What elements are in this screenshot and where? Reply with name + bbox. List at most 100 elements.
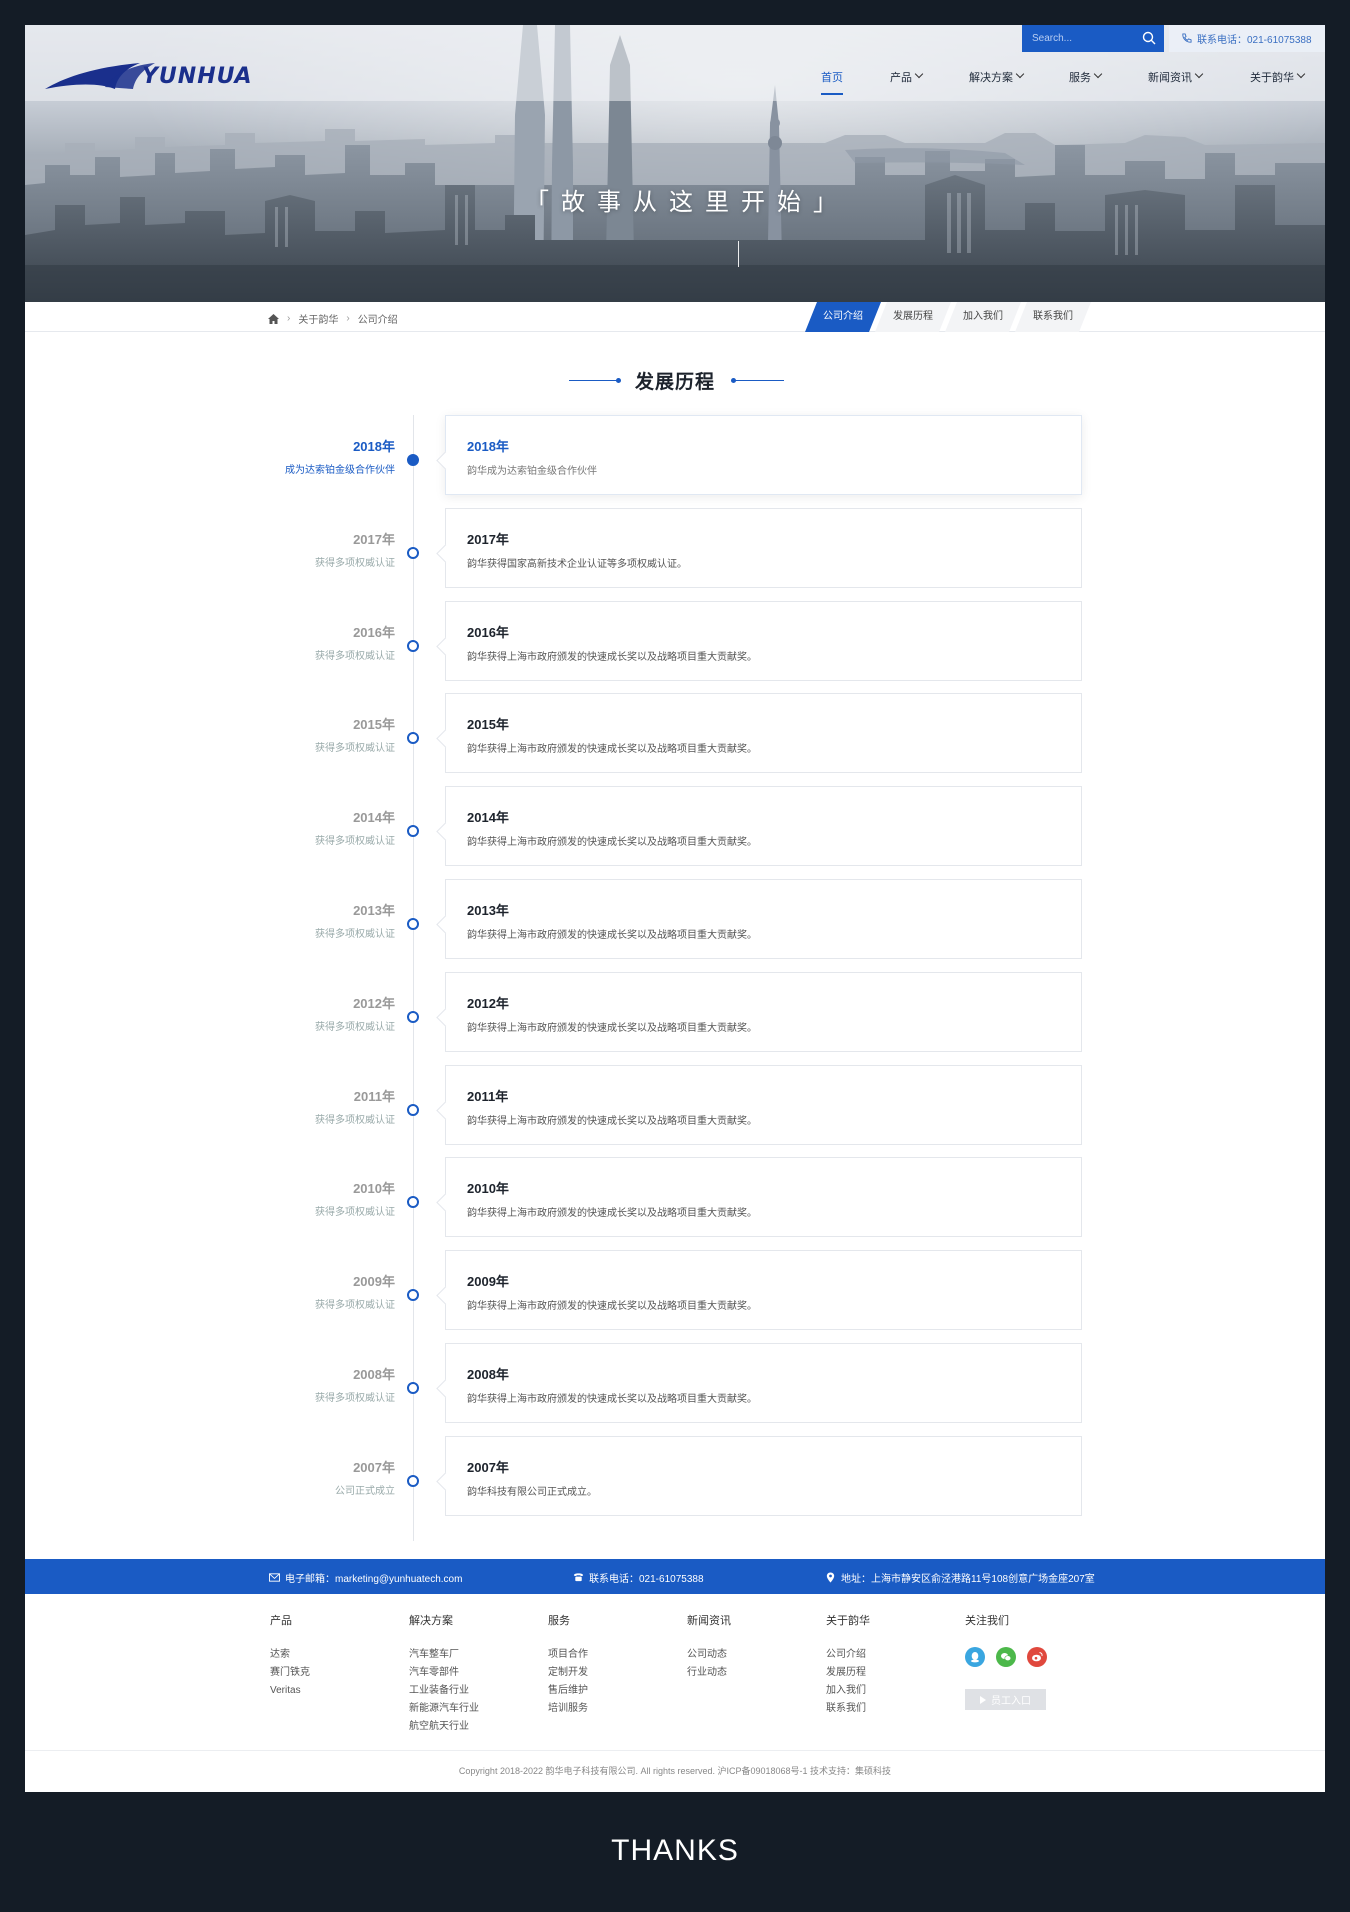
header-phone-text: 联系电话：021-61075388 bbox=[1197, 35, 1312, 46]
scroll-indicator bbox=[738, 241, 739, 267]
timeline-entry[interactable]: 2008年 获得多项权威认证 2008年 韵华获得上海市政府颁发的快速成长奖以及战略项… bbox=[25, 1343, 1325, 1423]
timeline-dot[interactable] bbox=[407, 918, 419, 930]
timeline-year-label: 2017年 bbox=[353, 532, 395, 547]
footer-link[interactable]: 新能源汽车行业 bbox=[409, 1700, 479, 1718]
header-phone: 联系电话：021-61075388 bbox=[1169, 25, 1325, 52]
timeline-summary: 获得多项权威认证 bbox=[315, 1300, 395, 1311]
breadcrumb-separator: › bbox=[346, 313, 350, 324]
timeline-card-text: 韵华获得上海市政府颁发的快速成长奖以及战略项目重大贡献奖。 bbox=[467, 1116, 757, 1127]
footer-link[interactable]: 发展历程 bbox=[826, 1664, 870, 1682]
timeline-summary: 成为达索铂金级合作伙伴 bbox=[285, 465, 395, 476]
telephone-icon bbox=[573, 1573, 584, 1582]
timeline-entry[interactable]: 2018年 成为达索铂金级合作伙伴 2018年 韵华成为达索铂金级合作伙伴 bbox=[25, 415, 1325, 495]
nav-item-solutions[interactable]: 解决方案 bbox=[969, 69, 1025, 101]
footer-link[interactable]: 行业动态 bbox=[687, 1664, 731, 1682]
footer-link[interactable]: Veritas bbox=[270, 1682, 310, 1700]
timeline-entry[interactable]: 2013年 获得多项权威认证 2013年 韵华获得上海市政府颁发的快速成长奖以及战略项… bbox=[25, 879, 1325, 959]
timeline-card[interactable]: 2016年 韵华获得上海市政府颁发的快速成长奖以及战略项目重大贡献奖。 bbox=[445, 601, 1082, 681]
timeline-year-label: 2016年 bbox=[353, 625, 395, 640]
timeline-card[interactable]: 2017年 韵华获得国家高新技术企业认证等多项权威认证。 bbox=[445, 508, 1082, 588]
nav-item-services[interactable]: 服务 bbox=[1069, 69, 1103, 101]
footer-link[interactable]: 工业装备行业 bbox=[409, 1682, 479, 1700]
timeline-card[interactable]: 2018年 韵华成为达索铂金级合作伙伴 bbox=[445, 415, 1082, 495]
footer-link[interactable]: 公司介绍 bbox=[826, 1646, 870, 1664]
footer-link[interactable]: 达索 bbox=[270, 1646, 310, 1664]
timeline-dot[interactable] bbox=[407, 1011, 419, 1023]
qq-icon[interactable] bbox=[965, 1647, 985, 1667]
nav-item-about[interactable]: 关于韵华 bbox=[1250, 69, 1306, 101]
timeline-entry[interactable]: 2017年获得多项权威认证 2017年 韵华获得国家高新技术企业认证等多项权威认证。 bbox=[25, 508, 1325, 588]
play-icon bbox=[980, 1695, 986, 1704]
contact-email[interactable]: 电子邮箱：marketing@yunhuatech.com bbox=[269, 1570, 462, 1585]
footer-link[interactable]: 汽车零部件 bbox=[409, 1664, 479, 1682]
timeline-entry[interactable]: 2010年 获得多项权威认证 2010年 韵华获得上海市政府颁发的快速成长奖以及战略项… bbox=[25, 1157, 1325, 1237]
timeline-entry[interactable]: 2016年获得多项权威认证 2016年 韵华获得上海市政府颁发的快速成长奖以及战略项… bbox=[25, 601, 1325, 681]
breadcrumb-item[interactable]: 关于韵华 bbox=[298, 311, 338, 326]
timeline-dot[interactable] bbox=[407, 1289, 419, 1301]
timeline-summary: 获得多项权威认证 bbox=[315, 836, 395, 847]
timeline-dot[interactable] bbox=[407, 547, 419, 559]
timeline-summary: 获得多项权威认证 bbox=[315, 1207, 395, 1218]
timeline-card[interactable]: 2009年 韵华获得上海市政府颁发的快速成长奖以及战略项目重大贡献奖。 bbox=[445, 1250, 1082, 1330]
nav-item-products[interactable]: 产品 bbox=[890, 69, 924, 101]
footer-link[interactable]: 加入我们 bbox=[826, 1682, 870, 1700]
footer-link[interactable]: 项目合作 bbox=[548, 1646, 588, 1664]
footer-column-title: 关于韵华 bbox=[826, 1615, 870, 1627]
timeline-dot[interactable] bbox=[407, 454, 419, 466]
timeline-entry[interactable]: 2012年 获得多项权威认证 2012年 韵华获得上海市政府颁发的快速成长奖以及战略项… bbox=[25, 972, 1325, 1052]
footer-column-title: 服务 bbox=[548, 1615, 570, 1627]
footer-link[interactable]: 培训服务 bbox=[548, 1700, 588, 1718]
timeline-card[interactable]: 2014年 韵华获得上海市政府颁发的快速成长奖以及战略项目重大贡献奖。 bbox=[445, 786, 1082, 866]
search-icon[interactable] bbox=[1142, 31, 1156, 45]
footer-link[interactable]: 定制开发 bbox=[548, 1664, 588, 1682]
timeline-entry[interactable]: 2011年 获得多项权威认证 2011年 韵华获得上海市政府颁发的快速成长奖以及战略项… bbox=[25, 1065, 1325, 1145]
timeline-summary: 获得多项权威认证 bbox=[315, 558, 395, 569]
footer-link[interactable]: 公司动态 bbox=[687, 1646, 731, 1664]
footer-link[interactable]: 航空航天行业 bbox=[409, 1718, 479, 1736]
timeline-card-text: 韵华成为达索铂金级合作伙伴 bbox=[467, 466, 597, 477]
search-input[interactable] bbox=[1032, 30, 1132, 47]
footer-link[interactable]: 汽车整车厂 bbox=[409, 1646, 479, 1664]
weibo-icon[interactable] bbox=[1027, 1647, 1047, 1667]
timeline-year-label: 2009年 bbox=[353, 1274, 395, 1289]
footer-link[interactable]: 赛门铁克 bbox=[270, 1664, 310, 1682]
tab-history[interactable]: 发展历程 bbox=[875, 302, 951, 332]
tab-join-us[interactable]: 加入我们 bbox=[945, 302, 1021, 332]
timeline-entry[interactable]: 2014年 获得多项权威认证 2014年 韵华获得上海市政府颁发的快速成长奖以及战略项… bbox=[25, 786, 1325, 866]
home-icon[interactable] bbox=[268, 313, 279, 324]
timeline-card[interactable]: 2012年 韵华获得上海市政府颁发的快速成长奖以及战略项目重大贡献奖。 bbox=[445, 972, 1082, 1052]
chevron-down-icon bbox=[1296, 69, 1306, 79]
footer-link[interactable]: 售后维护 bbox=[548, 1682, 588, 1700]
search-box[interactable] bbox=[1022, 25, 1164, 52]
timeline-dot[interactable] bbox=[407, 732, 419, 744]
footer-column: 关于韵华公司介绍 发展历程 加入我们 联系我们 bbox=[826, 1612, 870, 1718]
timeline-card[interactable]: 2015年 韵华获得上海市政府颁发的快速成长奖以及战略项目重大贡献奖。 bbox=[445, 693, 1082, 773]
timeline-dot[interactable] bbox=[407, 1104, 419, 1116]
timeline-summary: 获得多项权威认证 bbox=[315, 651, 395, 662]
timeline-entry[interactable]: 2015年 获得多项权威认证 2015年 韵华获得上海市政府颁发的快速成长奖以及战略项… bbox=[25, 693, 1325, 773]
footer-column: 服务项目合作 定制开发 售后维护 培训服务 bbox=[548, 1612, 588, 1718]
timeline-card-year: 2007年 bbox=[467, 1460, 509, 1475]
timeline-card[interactable]: 2008年 韵华获得上海市政府颁发的快速成长奖以及战略项目重大贡献奖。 bbox=[445, 1343, 1082, 1423]
timeline-entry[interactable]: 2009年获得多项权威认证 2009年 韵华获得上海市政府颁发的快速成长奖以及战略项… bbox=[25, 1250, 1325, 1330]
footer-column-title: 关注我们 bbox=[965, 1615, 1009, 1627]
nav-item-home[interactable]: 首页 bbox=[821, 69, 843, 101]
timeline-card[interactable]: 2007年 韵华科技有限公司正式成立。 bbox=[445, 1436, 1082, 1516]
footer-column: 关注我们 bbox=[965, 1612, 1009, 1646]
timeline-dot[interactable] bbox=[407, 1475, 419, 1487]
tab-contact-us[interactable]: 联系我们 bbox=[1015, 302, 1091, 332]
timeline-dot[interactable] bbox=[407, 640, 419, 652]
timeline-card[interactable]: 2010年 韵华获得上海市政府颁发的快速成长奖以及战略项目重大贡献奖。 bbox=[445, 1157, 1082, 1237]
timeline-dot[interactable] bbox=[407, 825, 419, 837]
tab-company-intro[interactable]: 公司介绍 bbox=[805, 302, 881, 332]
timeline-card-year: 2016年 bbox=[467, 625, 509, 640]
wechat-icon[interactable] bbox=[996, 1647, 1016, 1667]
timeline-entry[interactable]: 2007年 公司正式成立 2007年 韵华科技有限公司正式成立。 bbox=[25, 1436, 1325, 1516]
nav-item-news[interactable]: 新闻资讯 bbox=[1148, 69, 1204, 101]
timeline-dot[interactable] bbox=[407, 1382, 419, 1394]
timeline-card[interactable]: 2011年 韵华获得上海市政府颁发的快速成长奖以及战略项目重大贡献奖。 bbox=[445, 1065, 1082, 1145]
footer-link[interactable]: 联系我们 bbox=[826, 1700, 870, 1718]
staff-entry-button[interactable]: 员工入口 bbox=[965, 1689, 1046, 1710]
timeline-card[interactable]: 2013年 韵华获得上海市政府颁发的快速成长奖以及战略项目重大贡献奖。 bbox=[445, 879, 1082, 959]
timeline-dot[interactable] bbox=[407, 1196, 419, 1208]
